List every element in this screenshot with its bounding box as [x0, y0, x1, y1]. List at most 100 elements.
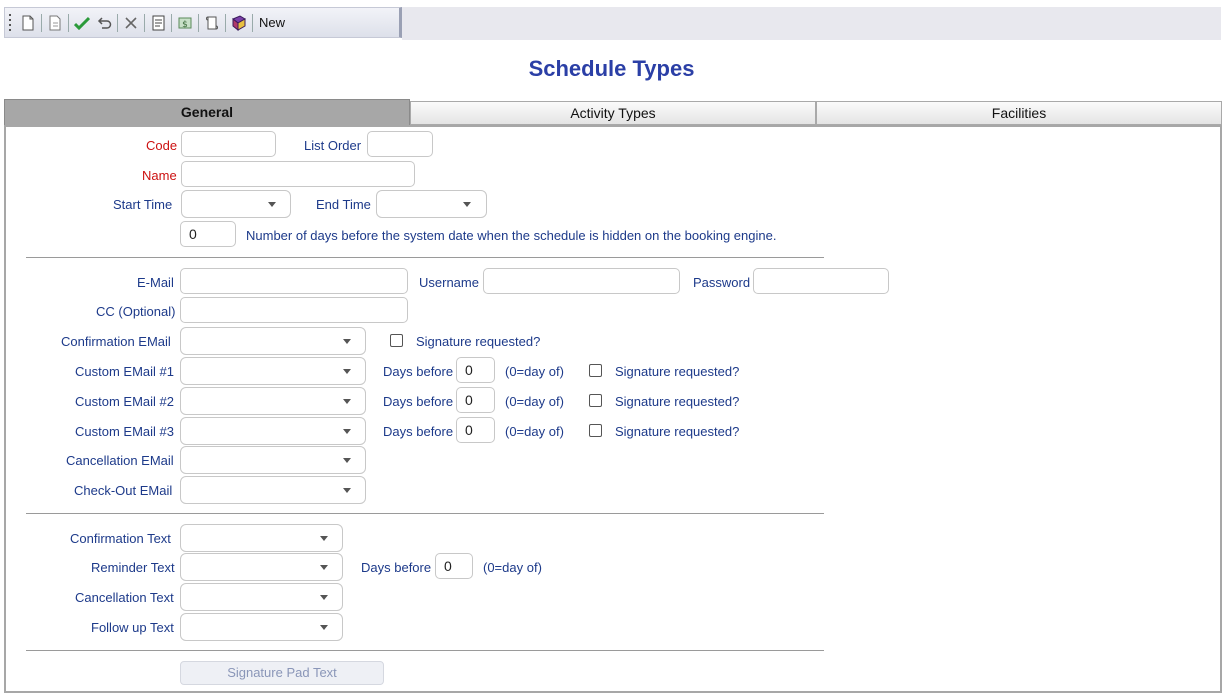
reminder-text-select[interactable] [180, 553, 343, 581]
toolbar-separator [171, 13, 172, 32]
email-label: E-Mail [137, 275, 174, 290]
reminder-text-label: Reminder Text [91, 560, 175, 575]
cancellation-text-label: Cancellation Text [75, 590, 174, 605]
chevron-down-icon [268, 202, 276, 207]
save-check-icon[interactable] [71, 12, 93, 34]
username-input[interactable] [483, 268, 680, 294]
name-label: Name [142, 168, 177, 183]
confirmation-signature-label: Signature requested? [416, 334, 541, 349]
chevron-down-icon [343, 369, 351, 374]
custom-email-1-signature-checkbox[interactable] [589, 364, 602, 377]
signature-pad-text-button[interactable]: Signature Pad Text [180, 661, 384, 685]
toolbar-band [402, 7, 1221, 40]
section-divider [26, 257, 824, 258]
chevron-down-icon [320, 595, 328, 600]
custom-email-2-days-label: Days before [383, 394, 454, 409]
confirmation-signature-checkbox[interactable] [390, 334, 403, 347]
toolbar-separator [198, 13, 199, 32]
start-time-label: Start Time [113, 197, 173, 212]
section-divider [26, 650, 824, 651]
start-time-select[interactable] [181, 190, 291, 218]
checkout-email-select[interactable] [180, 476, 366, 504]
help-book-icon[interactable] [228, 12, 250, 34]
chevron-down-icon [343, 429, 351, 434]
toolbar-grip[interactable] [7, 13, 13, 32]
copy-document-icon[interactable] [44, 12, 66, 34]
custom-email-3-days-label: Days before [383, 424, 454, 439]
custom-email-2-signature-label: Signature requested? [615, 394, 740, 409]
reminder-days-input[interactable] [435, 553, 473, 579]
password-label: Password [693, 275, 751, 290]
confirmation-email-select[interactable] [180, 327, 366, 355]
cc-input[interactable] [180, 297, 408, 323]
chevron-down-icon [343, 339, 351, 344]
custom-email-3-signature-checkbox[interactable] [589, 424, 602, 437]
tab-bar: General Activity Types Facilities [4, 99, 1222, 126]
custom-email-1-days-label: Days before [383, 364, 454, 379]
list-order-input[interactable] [367, 131, 433, 157]
custom-email-2-select[interactable] [180, 387, 366, 415]
new-button[interactable]: New [259, 15, 285, 30]
chevron-down-icon [343, 399, 351, 404]
history-icon[interactable] [201, 12, 223, 34]
end-time-select[interactable] [376, 190, 487, 218]
custom-email-1-hint: (0=day of) [505, 364, 564, 379]
name-input[interactable] [181, 161, 415, 187]
custom-email-3-signature-label: Signature requested? [615, 424, 740, 439]
svg-text:$: $ [182, 20, 188, 30]
cancellation-text-select[interactable] [180, 583, 343, 611]
tab-activity-types[interactable]: Activity Types [410, 101, 816, 125]
toolbar: $ New [4, 7, 402, 38]
custom-email-1-label: Custom EMail #1 [75, 364, 174, 379]
custom-email-1-days-input[interactable] [456, 357, 495, 383]
tab-general[interactable]: General [4, 99, 410, 126]
cancellation-email-label: Cancellation EMail [66, 453, 174, 468]
custom-email-1-signature-label: Signature requested? [615, 364, 740, 379]
custom-email-3-select[interactable] [180, 417, 366, 445]
delete-icon[interactable] [120, 12, 142, 34]
reminder-days-label: Days before [361, 560, 432, 575]
toolbar-separator [41, 13, 42, 32]
list-order-label: List Order [304, 138, 362, 153]
custom-email-3-hint: (0=day of) [505, 424, 564, 439]
money-icon[interactable]: $ [174, 12, 196, 34]
custom-email-3-label: Custom EMail #3 [75, 424, 174, 439]
hidden-days-description: Number of days before the system date wh… [246, 228, 777, 243]
confirmation-text-label: Confirmation Text [70, 531, 171, 546]
cc-label: CC (Optional) [96, 304, 176, 319]
custom-email-3-days-input[interactable] [456, 417, 495, 443]
password-input[interactable] [753, 268, 889, 294]
undo-icon[interactable] [93, 12, 115, 34]
follow-up-text-select[interactable] [180, 613, 343, 641]
chevron-down-icon [320, 536, 328, 541]
toolbar-separator [144, 13, 145, 32]
chevron-down-icon [320, 625, 328, 630]
cancellation-email-select[interactable] [180, 446, 366, 474]
toolbar-separator [225, 13, 226, 32]
custom-email-2-signature-checkbox[interactable] [589, 394, 602, 407]
page-title: Schedule Types [528, 56, 695, 81]
confirmation-email-label: Confirmation EMail [61, 334, 171, 349]
tab-facilities[interactable]: Facilities [816, 101, 1222, 125]
code-label: Code [146, 138, 178, 153]
toolbar-separator [68, 13, 69, 32]
checkout-email-label: Check-Out EMail [74, 483, 173, 498]
toolbar-separator [252, 13, 253, 32]
new-document-icon[interactable] [17, 12, 39, 34]
follow-up-text-label: Follow up Text [91, 620, 174, 635]
code-input[interactable] [181, 131, 276, 157]
end-time-label: End Time [316, 197, 371, 212]
custom-email-2-hint: (0=day of) [505, 394, 564, 409]
chevron-down-icon [320, 565, 328, 570]
custom-email-2-days-input[interactable] [456, 387, 495, 413]
email-input[interactable] [180, 268, 408, 294]
custom-email-2-label: Custom EMail #2 [75, 394, 174, 409]
custom-email-1-select[interactable] [180, 357, 366, 385]
chevron-down-icon [343, 488, 351, 493]
chevron-down-icon [463, 202, 471, 207]
confirmation-text-select[interactable] [180, 524, 343, 552]
section-divider [26, 513, 824, 514]
report-icon[interactable] [147, 12, 169, 34]
hidden-days-input[interactable] [180, 221, 236, 247]
toolbar-separator [117, 13, 118, 32]
